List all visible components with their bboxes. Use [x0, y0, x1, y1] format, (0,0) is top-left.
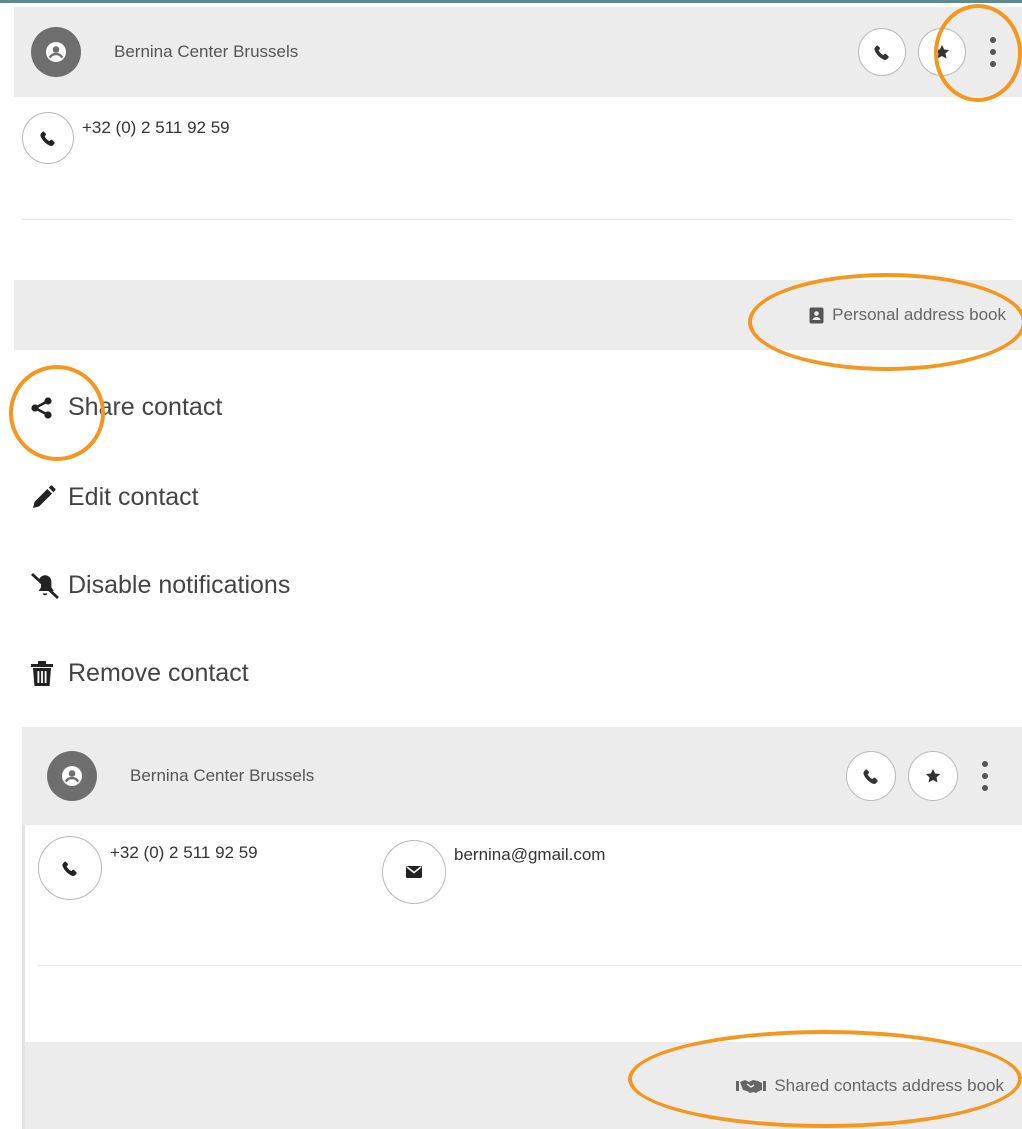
top-accent-line — [0, 0, 1022, 3]
call-button[interactable] — [858, 28, 906, 76]
email-detail-button[interactable] — [382, 840, 446, 904]
kebab-dot — [982, 773, 988, 779]
user-icon — [46, 42, 66, 62]
kebab-dot — [982, 761, 988, 767]
phone-icon — [40, 131, 55, 146]
kebab-dot — [982, 785, 988, 791]
menu-item-disable-notifications[interactable]: Disable notifications — [30, 571, 290, 600]
highlight-ring — [9, 365, 105, 461]
phone-icon — [874, 45, 889, 60]
pencil-icon — [30, 484, 62, 512]
phone-detail-button[interactable] — [22, 112, 74, 164]
phone-detail[interactable]: +32 (0) 2 511 92 59 — [22, 112, 230, 164]
more-options-button[interactable] — [970, 752, 1000, 800]
email-detail[interactable]: bernina@gmail.com — [382, 840, 605, 904]
avatar — [47, 751, 97, 801]
menu-item-edit-contact[interactable]: Edit contact — [30, 483, 199, 512]
menu-item-label: Disable notifications — [68, 571, 291, 599]
divider — [22, 219, 1013, 220]
header-actions — [846, 751, 1000, 801]
highlight-ring — [628, 1030, 1022, 1128]
contact-name: Bernina Center Brussels — [114, 42, 299, 61]
highlight-ring — [934, 4, 1022, 102]
menu-item-remove-contact[interactable]: Remove contact — [30, 659, 249, 688]
email-address: bernina@gmail.com — [454, 845, 606, 864]
contact-card-header[interactable]: Bernina Center Brussels — [22, 727, 1022, 825]
bell-slash-icon — [30, 572, 62, 600]
phone-detail-button[interactable] — [38, 836, 102, 900]
contact-name: Bernina Center Brussels — [130, 766, 315, 785]
trash-icon — [30, 660, 62, 688]
star-icon — [925, 768, 941, 783]
call-button[interactable] — [846, 751, 896, 801]
highlight-ring — [748, 273, 1022, 371]
phone-number: +32 (0) 2 511 92 59 — [110, 843, 258, 862]
phone-detail[interactable]: +32 (0) 2 511 92 59 — [38, 836, 258, 900]
menu-item-label: Remove contact — [68, 659, 249, 687]
phone-icon — [863, 769, 878, 784]
divider — [38, 965, 1022, 966]
contact-card-header[interactable]: Bernina Center Brussels — [14, 7, 1022, 97]
phone-icon — [62, 861, 77, 876]
menu-item-label: Edit contact — [68, 483, 199, 511]
favorite-button[interactable] — [908, 751, 958, 801]
avatar — [31, 27, 81, 77]
user-icon — [62, 766, 82, 786]
envelope-icon — [406, 866, 422, 878]
phone-number: +32 (0) 2 511 92 59 — [82, 118, 230, 137]
